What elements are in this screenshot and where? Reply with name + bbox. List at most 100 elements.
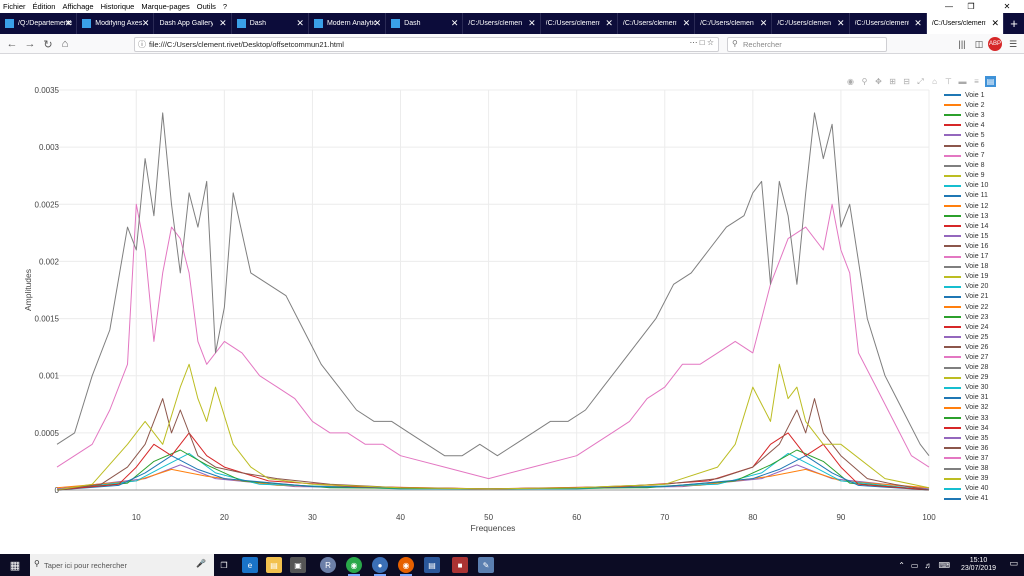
close-tab-icon[interactable]: ✕ [528,18,536,29]
legend-item[interactable]: Voie 30 [944,383,996,393]
legend-item[interactable]: Voie 15 [944,231,996,241]
legend-item[interactable]: Voie 27 [944,352,996,362]
close-tab-icon[interactable]: ✕ [837,18,845,29]
legend-item[interactable]: Voie 26 [944,342,996,352]
legend-item[interactable]: Voie 28 [944,363,996,373]
close-tab-icon[interactable]: ✕ [374,18,382,29]
chevron-up-icon[interactable]: ⌃ [898,561,905,570]
browser-tab[interactable]: /C:/Users/clement. ✕ [695,13,773,34]
microphone-icon[interactable]: 🎤 [196,559,206,568]
store-icon[interactable]: ▣ [290,557,306,573]
address-bar[interactable]: ⓘ file:///C:/Users/clement.rivet/Desktop… [134,37,719,52]
restore-icon[interactable]: ❐ [960,0,982,13]
reload-icon[interactable]: ↻ [40,36,56,52]
legend-item[interactable]: Voie 35 [944,433,996,443]
legend-item[interactable]: Voie 10 [944,181,996,191]
legend-item[interactable]: Voie 4 [944,120,996,130]
browser-tab[interactable]: Modern Analytic ✕ [309,13,387,34]
browser-tab[interactable]: /C:/Users/clement. ✕ [463,13,541,34]
legend-item[interactable]: Voie 7 [944,151,996,161]
legend-item[interactable]: Voie 17 [944,252,996,262]
legend-item[interactable]: Voie 41 [944,494,996,504]
browser-tab[interactable]: /C:/Users/clement. ✕ [618,13,696,34]
legend-item[interactable]: Voie 16 [944,241,996,251]
legend-item[interactable]: Voie 5 [944,130,996,140]
legend-item[interactable]: Voie 34 [944,423,996,433]
legend-item[interactable]: Voie 8 [944,161,996,171]
legend-item[interactable]: Voie 12 [944,201,996,211]
close-tab-icon[interactable]: ✕ [914,18,922,29]
close-tab-icon[interactable]: ✕ [992,18,1000,29]
camera-icon[interactable]: ◉ [845,76,856,87]
file-explorer-icon[interactable]: ▤ [266,557,282,573]
legend-item[interactable]: Voie 32 [944,403,996,413]
search-input[interactable]: ⚲ Rechercher [727,37,887,52]
close-tab-icon[interactable]: ✕ [65,18,73,29]
forward-arrow-icon[interactable]: → [22,36,38,52]
home-icon[interactable]: ⌂ [57,36,73,52]
library-icon[interactable]: ||| [955,37,969,51]
taskbar-clock[interactable]: 15:10 23/07/2019 [961,557,996,573]
python-icon[interactable]: ● [372,557,388,576]
zoom-in-icon[interactable]: ⊞ [887,76,898,87]
reset-axes-icon[interactable]: ⌂ [929,76,940,87]
legend-item[interactable]: Voie 21 [944,292,996,302]
legend-item[interactable]: Voie 29 [944,373,996,383]
browser-tab[interactable]: /C:/Users/clement. ✕ [541,13,618,34]
close-tab-icon[interactable]: ✕ [142,18,150,29]
notifications-icon[interactable]: ▭ [1009,558,1018,569]
taskbar-search-input[interactable]: ⚲ Taper ici pour rechercher 🎤 [30,554,214,576]
chrome-icon[interactable]: ◉ [346,557,362,576]
legend-item[interactable]: Voie 38 [944,463,996,473]
menu-fichier[interactable]: Fichier [3,2,26,11]
legend-item[interactable]: Voie 20 [944,282,996,292]
legend-item[interactable]: Voie 9 [944,171,996,181]
legend-item[interactable]: Voie 36 [944,443,996,453]
legend-item[interactable]: Voie 33 [944,413,996,423]
legend-item[interactable]: Voie 24 [944,322,996,332]
close-tab-icon[interactable]: ✕ [296,18,304,29]
back-arrow-icon[interactable]: ← [4,36,20,52]
word-document-icon[interactable]: ▤ [424,557,440,573]
sidebar-icon[interactable]: ◫ [972,37,986,51]
browser-tab[interactable]: Dash App Gallery ✕ [154,13,232,34]
page-actions-icons[interactable]: ⋯ □ ☆ [690,38,714,47]
menu-outils[interactable]: Outils [197,2,216,11]
browser-tab[interactable]: Modifying Axes ✕ [77,13,155,34]
menu-edition[interactable]: Édition [33,2,56,11]
legend-item[interactable]: Voie 13 [944,211,996,221]
windows-start-icon[interactable]: ▦ [8,558,22,572]
info-icon[interactable]: ⓘ [138,39,146,50]
zoom-icon[interactable]: ⚲ [859,76,870,87]
browser-tab[interactable]: /C:/Users/clement. ✕ [850,13,927,34]
legend-item[interactable]: Voie 1 [944,90,996,100]
legend-item[interactable]: Voie 40 [944,484,996,494]
close-tab-icon[interactable]: ✕ [451,18,459,29]
plotly-logo-icon[interactable]: ▤ [985,76,996,87]
pan-icon[interactable]: ✥ [873,76,884,87]
volume-icon[interactable]: ♬ [924,561,932,570]
menu-historique[interactable]: Historique [101,2,135,11]
browser-tab[interactable]: /C:/Users/clement. ✕ [926,13,1005,34]
legend-item[interactable]: Voie 19 [944,272,996,282]
legend-item[interactable]: Voie 25 [944,332,996,342]
close-tab-icon[interactable]: ✕ [683,18,691,29]
legend-item[interactable]: Voie 2 [944,100,996,110]
adblock-icon[interactable]: ABP [988,37,1002,51]
minimize-icon[interactable]: — [938,0,960,13]
hover-compare-icon[interactable]: ≡ [971,76,982,87]
notepad-icon[interactable]: ✎ [478,557,494,573]
task-view-icon[interactable]: ❐ [216,557,232,573]
app-window-icon[interactable]: ■ [452,557,468,573]
r-app-icon[interactable]: R [320,557,336,573]
firefox-icon[interactable]: ◉ [398,557,414,576]
edge-icon[interactable]: e [242,557,258,573]
network-icon[interactable]: ▭ [911,561,919,570]
menu-affichage[interactable]: Affichage [62,2,93,11]
legend-item[interactable]: Voie 11 [944,191,996,201]
menu-help[interactable]: ? [223,2,227,11]
menu-marque-pages[interactable]: Marque-pages [141,2,189,11]
legend-item[interactable]: Voie 3 [944,110,996,120]
new-tab-icon[interactable]: + [1004,13,1024,34]
zoom-out-icon[interactable]: ⊟ [901,76,912,87]
